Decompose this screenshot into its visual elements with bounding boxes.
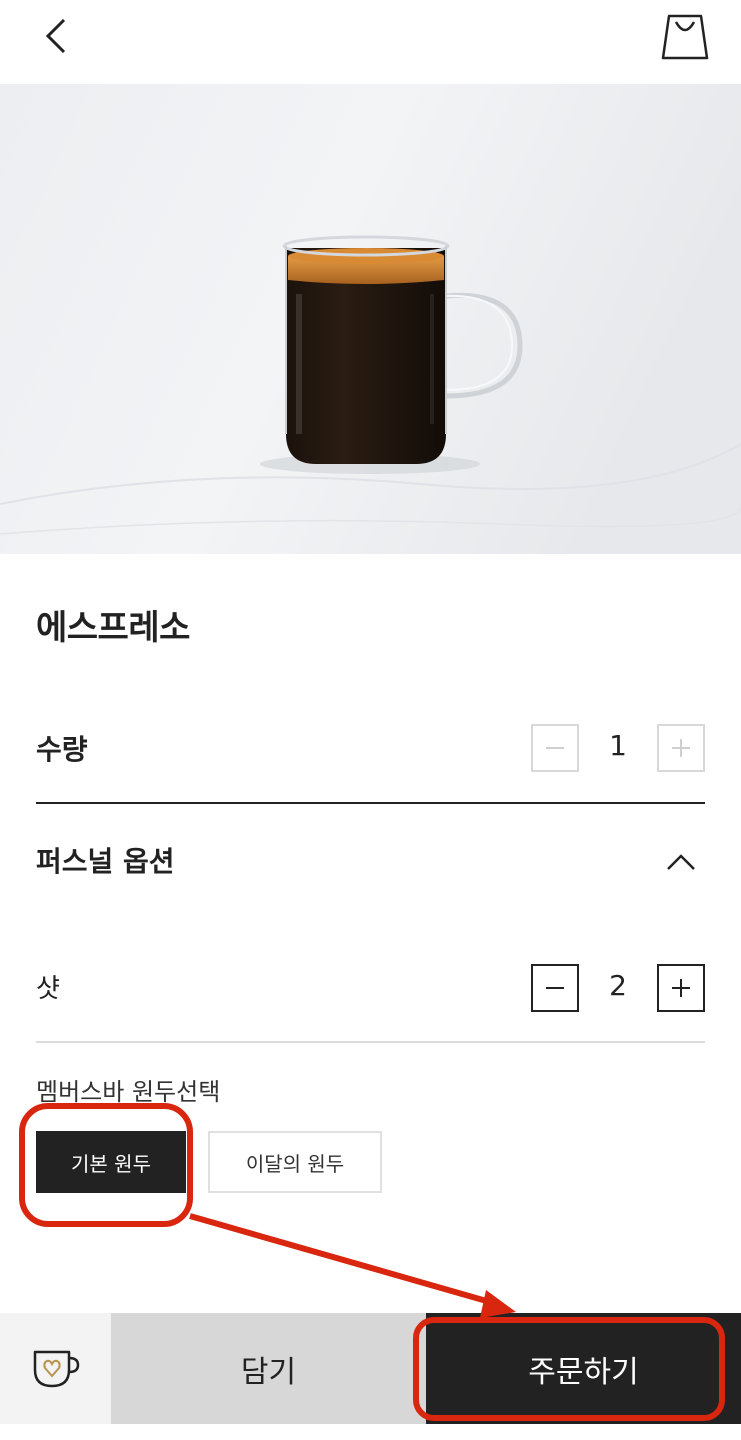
- shot-value: 2: [609, 969, 627, 1002]
- quantity-value: 1: [609, 729, 627, 762]
- quantity-label: 수량: [36, 733, 88, 766]
- personal-option-toggle[interactable]: [656, 840, 706, 884]
- heart-cup-icon: [33, 1350, 79, 1387]
- top-header: [0, 0, 741, 84]
- shot-minus-button[interactable]: [531, 964, 579, 1012]
- bean-select-label: 멤버스바 원두선택: [36, 1078, 221, 1106]
- product-title: 에스프레소: [36, 608, 190, 648]
- chevron-left-icon: [45, 18, 66, 54]
- quantity-minus-button[interactable]: [531, 724, 579, 772]
- bottom-action-bar: 담기 주문하기: [0, 1313, 741, 1424]
- bean-option-monthly[interactable]: 이달의 원두: [208, 1131, 382, 1193]
- quantity-plus-button[interactable]: [657, 724, 705, 772]
- product-detail-page: 에스프레소 수량 1 퍼스널 옵션 샷 2 멤버스바 원두선택 기본 원두 이달…: [0, 0, 741, 1440]
- plus-icon: [672, 979, 690, 997]
- plus-icon: [672, 739, 690, 757]
- favorite-button[interactable]: [0, 1313, 111, 1424]
- shopping-bag-icon: [661, 14, 709, 60]
- cart-button[interactable]: [657, 8, 713, 64]
- back-button[interactable]: [30, 10, 82, 62]
- order-button[interactable]: 주문하기: [426, 1313, 741, 1424]
- shot-plus-button[interactable]: [657, 964, 705, 1012]
- minus-icon: [546, 747, 564, 749]
- shot-label: 샷: [36, 974, 60, 1004]
- minus-icon: [546, 987, 564, 989]
- personal-option-label: 퍼스널 옵션: [36, 845, 175, 878]
- bean-option-default[interactable]: 기본 원두: [36, 1131, 186, 1193]
- shot-divider: [36, 1041, 705, 1043]
- add-to-cart-button[interactable]: 담기: [111, 1313, 426, 1424]
- product-image: [0, 84, 741, 554]
- chevron-up-icon: [667, 854, 695, 870]
- section-divider: [36, 802, 705, 804]
